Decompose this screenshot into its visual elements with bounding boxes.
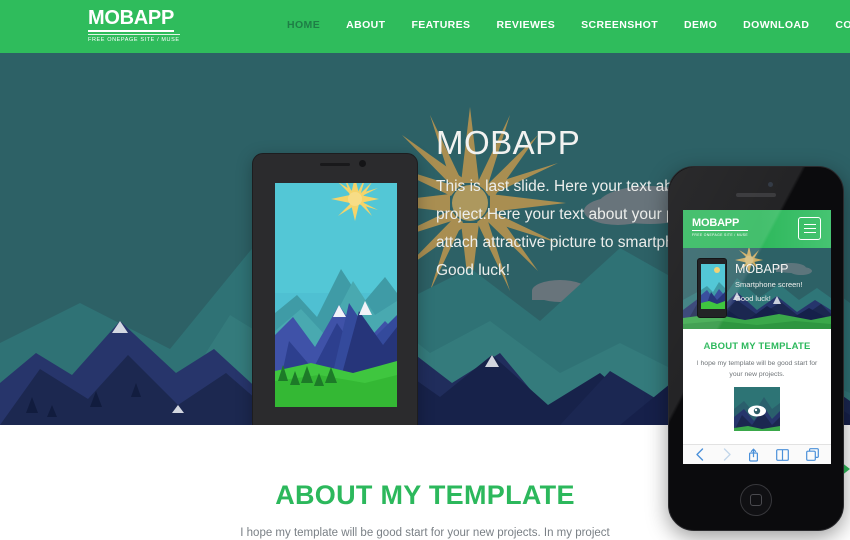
preview-about-text: I hope my template will be good start fo…	[696, 360, 818, 378]
nav-item-about[interactable]: ABOUT	[333, 19, 398, 31]
preview-logo-tagline: FREE ONEPAGE SITE / MUSE	[692, 232, 749, 237]
logo-tagline: FREE ONEPAGE SITE / MUSE	[88, 34, 180, 43]
nav-item-demo[interactable]: DEMO	[671, 19, 730, 31]
nav-item-home[interactable]: HOME	[274, 19, 333, 31]
bookmarks-icon[interactable]	[776, 448, 789, 461]
preview-logo[interactable]: MOBAPP FREE ONEPAGE SITE / MUSE	[692, 217, 749, 237]
preview-hero-title: MOBAPP	[735, 262, 789, 276]
tabs-icon[interactable]	[805, 448, 819, 461]
burger-line	[803, 231, 816, 234]
burger-line	[803, 223, 816, 226]
phone-screen	[275, 183, 397, 407]
iphone-camera-icon	[768, 182, 773, 187]
main-navigation: HOME ABOUT FEATURES REVIEWES SCREENSHOT …	[274, 19, 850, 31]
nav-item-features[interactable]: FEATURES	[398, 19, 483, 31]
preview-about-section: ABOUT MY TEMPLATE I hope my template wil…	[683, 329, 831, 431]
windows-phone-mockup	[252, 153, 418, 425]
preview-mini-phone	[697, 258, 727, 318]
preview-mini-phone-screen	[701, 264, 725, 309]
page-root: MOBAPP FREE ONEPAGE SITE / MUSE HOME ABO…	[0, 0, 850, 540]
preview-about-heading: ABOUT MY TEMPLATE	[703, 341, 811, 352]
hamburger-menu-icon[interactable]	[798, 217, 821, 240]
preview-hero: MOBAPP Smartphone screen! Good luck!	[683, 248, 831, 329]
thumbnail-landscape-illustration	[734, 387, 780, 431]
preview-site-header: MOBAPP FREE ONEPAGE SITE / MUSE	[683, 210, 831, 248]
eye-icon	[748, 405, 766, 417]
preview-hero-line1: Smartphone screen!	[735, 280, 803, 289]
phone-camera-icon	[359, 160, 366, 167]
burger-line	[803, 227, 816, 230]
share-icon[interactable]	[748, 448, 759, 462]
iphone-speaker	[736, 193, 776, 197]
preview-hero-line2: Good luck!	[735, 294, 771, 303]
iphone-device-preview: MOBAPP FREE ONEPAGE SITE / MUSE MOBAPP S…	[668, 166, 845, 532]
preview-hero-copy: MOBAPP Smartphone screen! Good luck!	[735, 262, 803, 305]
phone-speaker	[320, 163, 350, 166]
logo-text: MOBAPP	[88, 8, 174, 32]
preview-thumbnail[interactable]	[734, 387, 780, 431]
nav-item-screenshot[interactable]: SCREENSHOT	[568, 19, 671, 31]
home-button-square	[750, 494, 762, 506]
nav-item-reviewes[interactable]: REVIEWES	[483, 19, 568, 31]
iphone-screen: MOBAPP FREE ONEPAGE SITE / MUSE MOBAPP S…	[683, 210, 831, 464]
preview-logo-text: MOBAPP	[692, 217, 749, 231]
nav-item-download[interactable]: DOWNLOAD	[730, 19, 822, 31]
mini-wallpaper-illustration	[701, 264, 725, 309]
site-logo[interactable]: MOBAPP FREE ONEPAGE SITE / MUSE	[88, 8, 180, 43]
forward-chevron-icon	[722, 448, 732, 461]
back-chevron-icon[interactable]	[695, 448, 705, 461]
site-header: MOBAPP FREE ONEPAGE SITE / MUSE HOME ABO…	[0, 0, 850, 53]
safari-toolbar	[683, 444, 831, 464]
phone-wallpaper-illustration	[275, 183, 397, 407]
nav-item-contact[interactable]: CONTACT	[822, 19, 850, 31]
hero-title: MOBAPP	[436, 124, 581, 161]
iphone-home-button-icon[interactable]	[740, 484, 772, 516]
